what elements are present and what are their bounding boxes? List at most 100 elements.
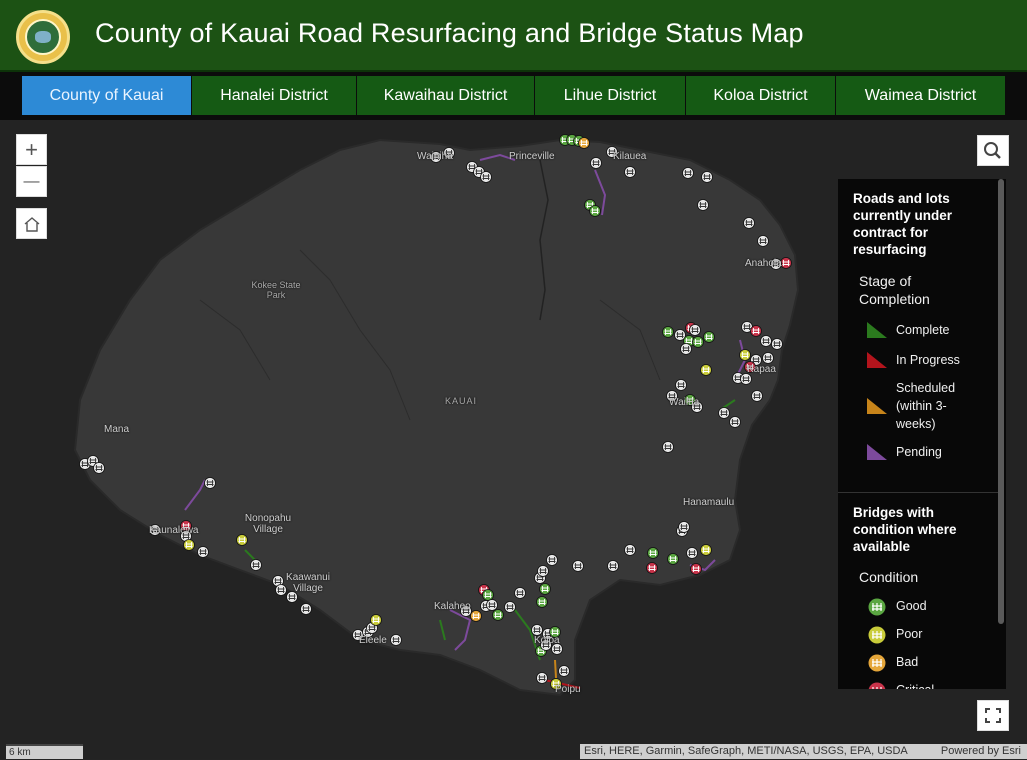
bridge-marker-icon[interactable] xyxy=(771,338,783,350)
legend-condition-critical: Critical xyxy=(896,681,976,689)
legend-divider xyxy=(838,492,998,493)
zoom-out-button[interactable]: — xyxy=(16,166,47,197)
bridge-marker-icon[interactable] xyxy=(492,609,504,621)
bridge-marker-icon[interactable] xyxy=(718,407,730,419)
legend-scrollbar[interactable] xyxy=(998,179,1004,624)
pending-swatch-icon xyxy=(867,444,887,460)
powered-by-esri[interactable]: Powered by Esri xyxy=(941,744,1021,759)
bridge-marker-icon[interactable] xyxy=(482,589,494,601)
place-label-eleele: Eleele xyxy=(359,635,387,646)
bridge-marker-icon[interactable] xyxy=(700,544,712,556)
header-bar: County of Kauai Road Resurfacing and Bri… xyxy=(0,0,1027,72)
bridge-marker-icon[interactable] xyxy=(197,546,209,558)
bridge-marker-icon[interactable] xyxy=(514,587,526,599)
bridge-marker-icon[interactable] xyxy=(703,331,715,343)
bridge-marker-icon[interactable] xyxy=(701,171,713,183)
bridge-marker-icon[interactable] xyxy=(537,565,549,577)
bridge-marker-icon[interactable] xyxy=(470,610,482,622)
bridge-marker-icon[interactable] xyxy=(678,521,690,533)
legend-roads-heading: Roads and lots currently under contract … xyxy=(853,191,953,257)
search-button[interactable] xyxy=(977,135,1009,166)
bridge-marker-icon[interactable] xyxy=(762,352,774,364)
bridge-marker-icon[interactable] xyxy=(572,560,584,572)
bridge-marker-icon[interactable] xyxy=(531,624,543,636)
tab-county-of-kauai[interactable]: County of Kauai xyxy=(22,76,191,115)
legend-condition-poor: Poor xyxy=(896,627,923,641)
tab-koloa-district[interactable]: Koloa District xyxy=(686,76,835,115)
bridge-marker-icon[interactable] xyxy=(667,553,679,565)
county-seal-logo xyxy=(16,10,70,64)
poor-bridge-icon xyxy=(868,626,886,644)
tab-waimea-district[interactable]: Waimea District xyxy=(836,76,1005,115)
legend-condition-bad: Bad xyxy=(896,655,919,669)
bridge-marker-icon[interactable] xyxy=(700,364,712,376)
place-label-mana: Mana xyxy=(104,424,130,435)
bridge-marker-icon[interactable] xyxy=(624,544,636,556)
bridge-marker-icon[interactable] xyxy=(480,171,492,183)
legend-condition-good: Good xyxy=(896,599,927,613)
bridge-marker-icon[interactable] xyxy=(675,379,687,391)
place-label-kapaa: Kapaa xyxy=(747,364,776,375)
place-label-kilauea: Kilauea xyxy=(613,151,647,162)
bridge-marker-icon[interactable] xyxy=(729,416,741,428)
tab-lihue-district[interactable]: Lihue District xyxy=(535,76,685,115)
bridge-marker-icon[interactable] xyxy=(590,157,602,169)
bridge-marker-icon[interactable] xyxy=(682,167,694,179)
bridge-marker-icon[interactable] xyxy=(539,583,551,595)
tab-kawaihau-district[interactable]: Kawaihau District xyxy=(357,76,534,115)
place-label-kauai: KAUAI xyxy=(445,396,478,406)
fullscreen-button[interactable] xyxy=(977,700,1009,731)
bridge-marker-icon[interactable] xyxy=(536,672,548,684)
bridge-marker-icon[interactable] xyxy=(697,199,709,211)
critical-bridge-icon xyxy=(868,682,886,689)
bad-bridge-icon xyxy=(868,654,886,672)
bridge-marker-icon[interactable] xyxy=(647,547,659,559)
zoom-in-button[interactable]: + xyxy=(16,134,47,165)
bridge-marker-icon[interactable] xyxy=(780,257,792,269)
bridge-marker-icon[interactable] xyxy=(250,559,262,571)
bridge-marker-icon[interactable] xyxy=(370,614,382,626)
bridge-marker-icon[interactable] xyxy=(690,563,702,575)
bridge-marker-icon[interactable] xyxy=(300,603,312,615)
scale-bar: 6 km xyxy=(6,744,83,759)
legend-stage-heading: Stage of Completion xyxy=(859,273,930,307)
bridge-marker-icon[interactable] xyxy=(558,665,570,677)
bridge-marker-icon[interactable] xyxy=(607,560,619,572)
legend-stage-in-progress: In Progress xyxy=(896,353,960,367)
bridge-marker-icon[interactable] xyxy=(589,205,601,217)
bridge-marker-icon[interactable] xyxy=(740,373,752,385)
bridge-marker-icon[interactable] xyxy=(750,325,762,337)
bridge-marker-icon[interactable] xyxy=(504,601,516,613)
bridge-marker-icon[interactable] xyxy=(680,343,692,355)
bridge-marker-icon[interactable] xyxy=(236,534,248,546)
bridge-marker-icon[interactable] xyxy=(486,599,498,611)
bridge-marker-icon[interactable] xyxy=(662,326,674,338)
complete-swatch-icon xyxy=(867,322,887,338)
tab-hanalei-district[interactable]: Hanalei District xyxy=(192,76,356,115)
bridge-marker-icon[interactable] xyxy=(751,390,763,402)
place-label-kaawanui: Kaawanui Village xyxy=(286,572,330,594)
bridge-marker-icon[interactable] xyxy=(183,539,195,551)
legend-stage-complete: Complete xyxy=(896,323,950,337)
bridge-marker-icon[interactable] xyxy=(624,166,636,178)
bridge-marker-icon[interactable] xyxy=(692,336,704,348)
bridge-marker-icon[interactable] xyxy=(646,562,658,574)
bridge-marker-icon[interactable] xyxy=(390,634,402,646)
bridge-marker-icon[interactable] xyxy=(743,217,755,229)
bridge-marker-icon[interactable] xyxy=(93,462,105,474)
place-label-princeville: Princeville xyxy=(509,151,555,162)
bridge-marker-icon[interactable] xyxy=(739,349,751,361)
legend-panel[interactable]: Roads and lots currently under contract … xyxy=(838,179,1006,689)
home-button[interactable] xyxy=(16,208,47,239)
scheduled-swatch-icon xyxy=(867,398,887,414)
bridge-marker-icon[interactable] xyxy=(546,554,558,566)
bridge-marker-icon[interactable] xyxy=(536,596,548,608)
bridge-marker-icon[interactable] xyxy=(204,477,216,489)
home-icon xyxy=(24,217,39,232)
bridge-marker-icon[interactable] xyxy=(662,441,674,453)
bridge-marker-icon[interactable] xyxy=(757,235,769,247)
bridge-marker-icon[interactable] xyxy=(578,137,590,149)
bridge-marker-icon[interactable] xyxy=(689,324,701,336)
bridge-marker-icon[interactable] xyxy=(760,335,772,347)
bridge-marker-icon[interactable] xyxy=(686,547,698,559)
